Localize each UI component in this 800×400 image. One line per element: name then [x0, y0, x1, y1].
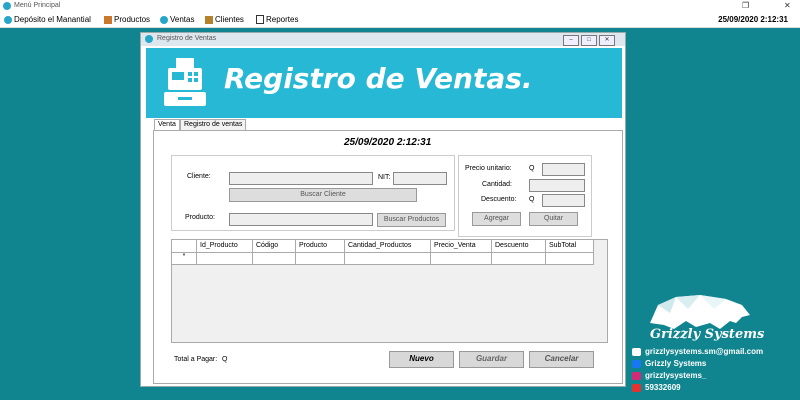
table-cell[interactable] [253, 253, 296, 265]
company-icon [4, 15, 12, 24]
main-datetime: 25/09/2020 2:12:31 [718, 15, 788, 24]
productos-table[interactable]: Id_Producto Código Producto Cantidad_Pro… [171, 239, 608, 343]
menu-clientes[interactable]: Clientes [205, 15, 244, 24]
col-precio-venta[interactable]: Precio_Venta [431, 240, 492, 252]
menu-productos[interactable]: Productos [104, 15, 150, 24]
clients-icon [205, 15, 213, 24]
nuevo-button[interactable]: Nuevo [389, 351, 454, 368]
main-menubar: Depósito el Manantial Productos Ventas C… [0, 13, 800, 28]
buscar-cliente-button[interactable]: Buscar Cliente [229, 188, 417, 202]
precio-currency: Q [529, 165, 535, 172]
menu-reportes-label: Reportes [266, 15, 299, 24]
buscar-productos-button[interactable]: Buscar Productos [377, 213, 446, 227]
precio-group: Precio unitario: Q Cantidad: Descuento: … [458, 155, 592, 237]
instagram-icon [632, 371, 641, 380]
sale-datetime: 25/09/2020 2:12:31 [344, 137, 432, 148]
cancelar-button[interactable]: Cancelar [529, 351, 594, 368]
guardar-button[interactable]: Guardar [459, 351, 524, 368]
precio-unitario-label: Precio unitario: [465, 165, 512, 172]
col-subtotal[interactable]: SubTotal [546, 240, 594, 252]
new-row-marker: * [172, 253, 197, 265]
app-icon [3, 2, 11, 10]
descuento-input[interactable] [542, 194, 585, 207]
instagram-text: grizzlysystems_ [645, 371, 707, 380]
menu-reportes[interactable]: Reportes [256, 15, 298, 24]
table-row[interactable]: * [172, 253, 594, 265]
total-value: Q [222, 356, 228, 363]
phone-icon [632, 383, 641, 392]
table-header: Id_Producto Código Producto Cantidad_Pro… [172, 240, 594, 253]
child-titlebar: Registro de Ventas – □ ✕ [141, 33, 625, 46]
producto-label: Producto: [185, 214, 215, 221]
maximize-icon[interactable]: □ [581, 35, 597, 46]
menu-clientes-label: Clientes [215, 15, 244, 24]
cliente-label: Cliente: [187, 173, 211, 180]
sales-icon [160, 15, 168, 24]
table-cell[interactable] [431, 253, 492, 265]
table-cell[interactable] [345, 253, 431, 265]
child-window-title: Registro de Ventas [157, 35, 217, 42]
nit-input[interactable] [393, 172, 447, 185]
quitar-button[interactable]: Quitar [529, 212, 578, 226]
child-app-icon [145, 35, 153, 43]
mail-icon [632, 347, 641, 356]
cash-register-icon [164, 58, 206, 106]
minimize-icon[interactable]: – [563, 35, 579, 46]
contact-facebook: Grizzly Systems [632, 359, 706, 368]
menu-deposito[interactable]: Depósito el Manantial [4, 15, 91, 24]
phone-text: 59332609 [645, 383, 681, 392]
banner: Registro de Ventas. [146, 48, 622, 118]
facebook-text: Grizzly Systems [645, 359, 707, 368]
descuento-currency: Q [529, 196, 535, 203]
menu-ventas[interactable]: Ventas [160, 15, 194, 24]
precio-unitario-input[interactable] [542, 163, 585, 176]
contact-phone: 59332609 [632, 383, 681, 392]
close-child-icon[interactable]: ✕ [599, 35, 615, 46]
table-cell[interactable] [197, 253, 253, 265]
menu-ventas-label: Ventas [170, 15, 195, 24]
cantidad-input[interactable] [529, 179, 585, 192]
close-icon[interactable]: ✕ [784, 1, 791, 10]
table-cell[interactable] [546, 253, 594, 265]
cliente-input[interactable] [229, 172, 373, 185]
brand-name: Grizzly Systems [650, 327, 765, 342]
cantidad-label: Cantidad: [482, 181, 512, 188]
contact-instagram: grizzlysystems_ [632, 371, 706, 380]
descuento-label: Descuento: [481, 196, 517, 203]
restore-icon[interactable]: ❐ [742, 1, 749, 10]
row-header-corner [172, 240, 197, 252]
producto-input[interactable] [229, 213, 373, 226]
registro-ventas-window: Registro de Ventas – □ ✕ Registro de Ven… [140, 32, 626, 387]
menu-deposito-label: Depósito el Manantial [14, 15, 91, 24]
main-window-title: Menú Principal [14, 2, 61, 9]
email-text: grizzlysystems.sm@gmail.com [645, 347, 764, 356]
menu-productos-label: Productos [114, 15, 151, 24]
reports-icon [256, 15, 264, 24]
col-cantidad-productos[interactable]: Cantidad_Productos [345, 240, 431, 252]
venta-tab-panel: 25/09/2020 2:12:31 Cliente: NIT: Buscar … [153, 130, 623, 384]
col-id-producto[interactable]: Id_Producto [197, 240, 253, 252]
main-titlebar: Menú Principal ❐ ✕ [0, 0, 800, 13]
products-icon [104, 15, 112, 24]
col-codigo[interactable]: Código [253, 240, 296, 252]
col-descuento[interactable]: Descuento [492, 240, 546, 252]
banner-title: Registro de Ventas. [224, 62, 533, 95]
cliente-producto-group: Cliente: NIT: Buscar Cliente Producto: B… [171, 155, 455, 231]
table-cell[interactable] [492, 253, 546, 265]
nit-label: NIT: [378, 174, 391, 181]
table-cell[interactable] [296, 253, 345, 265]
agregar-button[interactable]: Agregar [472, 212, 521, 226]
contact-panel: Grizzly Systems grizzlysystems.sm@gmail.… [630, 293, 800, 400]
facebook-icon [632, 359, 641, 368]
contact-email: grizzlysystems.sm@gmail.com [632, 347, 763, 356]
col-producto[interactable]: Producto [296, 240, 345, 252]
total-label: Total a Pagar: [174, 356, 218, 363]
